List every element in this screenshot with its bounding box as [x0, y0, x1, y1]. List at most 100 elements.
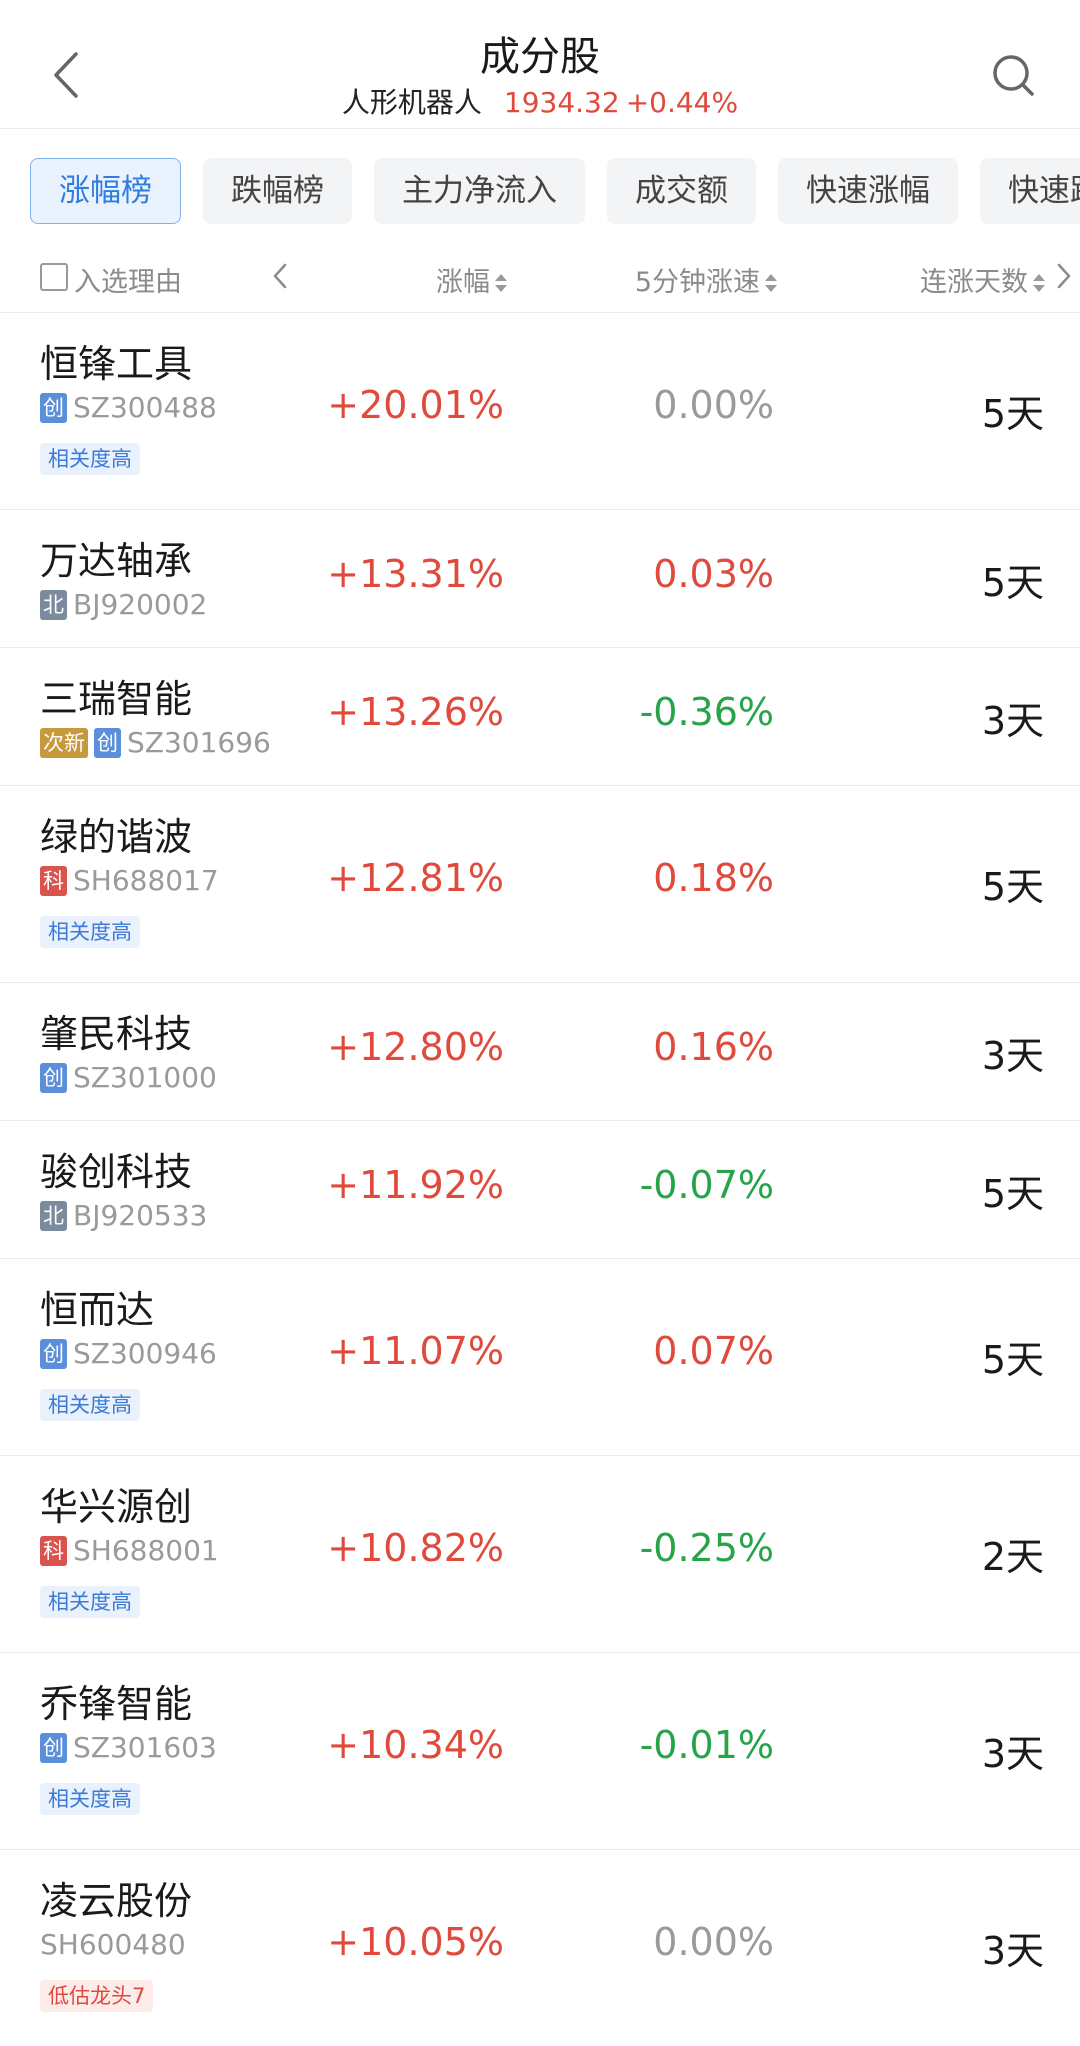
reason-tag: 相关度高 — [40, 1586, 140, 1618]
sort-icon — [765, 274, 777, 292]
column-reason[interactable]: 入选理由 — [74, 260, 182, 299]
stock-meta: 北 BJ920002 — [40, 588, 207, 621]
stock-name: 骏创科技 — [40, 1150, 193, 1194]
five-minute-speed: 0.03% — [653, 552, 774, 596]
market-badge: 创 — [40, 393, 67, 423]
stock-meta: 科 SH688001 — [40, 1534, 219, 1567]
search-icon[interactable] — [990, 52, 1036, 98]
column-change-label: 涨幅 — [436, 267, 490, 298]
consecutive-rise-days: 2天 — [981, 1535, 1044, 1579]
consecutive-rise-days: 3天 — [981, 1929, 1044, 1973]
stock-row[interactable]: 恒而达创 SZ300946 相关度高 +11.07% 0.07% 5天 — [0, 1258, 1080, 1455]
stock-row[interactable]: 华兴源创科 SH688001 相关度高 +10.82% -0.25% 2天 — [0, 1455, 1080, 1652]
top-bar: 成分股 人形机器人 1934.32 +0.44% — [0, 0, 1080, 129]
five-minute-speed: -0.01% — [639, 1723, 774, 1767]
stock-row[interactable]: 乔锋智能创 SZ301603 相关度高 +10.34% -0.01% 3天 — [0, 1652, 1080, 1849]
market-badge: 创 — [40, 1339, 67, 1369]
consecutive-rise-days: 3天 — [981, 1034, 1044, 1078]
consecutive-rise-days: 3天 — [981, 1732, 1044, 1776]
change-percent: +10.34% — [327, 1723, 504, 1767]
stock-meta: 创 SZ301603 — [40, 1731, 217, 1764]
stock-code: SZ301000 — [73, 1061, 217, 1094]
reason-checkbox[interactable] — [40, 263, 68, 291]
change-percent: +13.31% — [327, 552, 504, 596]
tab-main-net-inflow[interactable]: 主力净流入 — [374, 158, 585, 224]
tab-loss-ranking[interactable]: 跌幅榜 — [203, 158, 352, 224]
stock-code: SZ300488 — [73, 391, 217, 424]
stock-name: 肇民科技 — [40, 1012, 193, 1056]
change-percent: +10.82% — [327, 1526, 504, 1570]
tab-fast-rise[interactable]: 快速涨幅 — [778, 158, 958, 224]
consecutive-rise-days: 3天 — [981, 699, 1044, 743]
change-percent: +11.92% — [327, 1163, 504, 1207]
consecutive-rise-days: 5天 — [981, 561, 1044, 605]
column-days-sort[interactable]: 连涨天数 — [920, 260, 1046, 299]
stock-code: SH600480 — [40, 1928, 186, 1961]
stock-row[interactable]: 绿的谐波科 SH688017 相关度高 +12.81% 0.18% 5天 — [0, 785, 1080, 982]
market-badge: 创 — [40, 1733, 67, 1763]
five-minute-speed: 0.07% — [653, 1329, 774, 1373]
stock-row[interactable]: 肇民科技创 SZ301000 +12.80% 0.16% 3天 — [0, 982, 1080, 1120]
market-badge: 科 — [40, 1536, 67, 1566]
reason-tag: 相关度高 — [40, 443, 140, 475]
market-badge: 次新 — [40, 728, 88, 758]
index-name: 人形机器人 — [341, 86, 482, 119]
five-minute-speed: 0.16% — [653, 1025, 774, 1069]
stock-meta: 科 SH688017 — [40, 864, 219, 897]
consecutive-rise-days: 5天 — [981, 392, 1044, 436]
tab-turnover[interactable]: 成交额 — [607, 158, 756, 224]
stock-row[interactable]: 骏创科技北 BJ920533 +11.92% -0.07% 5天 — [0, 1120, 1080, 1258]
page-title: 成分股 — [480, 34, 600, 80]
index-value: 1934.32 — [503, 86, 620, 119]
stock-name: 华兴源创 — [40, 1485, 193, 1529]
index-change: +0.44% — [625, 86, 739, 119]
stock-row[interactable]: 恒锋工具创 SZ300488 相关度高 +20.01% 0.00% 5天 — [0, 312, 1080, 509]
chevron-left-icon[interactable] — [272, 262, 288, 290]
column-days-label: 连涨天数 — [920, 267, 1028, 298]
five-minute-speed: 0.18% — [653, 856, 774, 900]
reason-tag: 相关度高 — [40, 1389, 140, 1421]
consecutive-rise-days: 5天 — [981, 1172, 1044, 1216]
sort-icon — [495, 274, 507, 292]
tab-fast-fall[interactable]: 快速跌幅 — [980, 158, 1080, 224]
column-header: 入选理由 涨幅 5分钟涨速 连涨天数 — [0, 248, 1080, 308]
stock-name: 三瑞智能 — [40, 677, 193, 721]
stock-name: 乔锋智能 — [40, 1682, 193, 1726]
stock-meta: 北 BJ920533 — [40, 1199, 207, 1232]
stock-code: SH688001 — [73, 1534, 219, 1567]
change-percent: +11.07% — [327, 1329, 504, 1373]
five-minute-speed: 0.00% — [653, 383, 774, 427]
stock-row[interactable]: 万达轴承北 BJ920002 +13.31% 0.03% 5天 — [0, 509, 1080, 647]
market-badge: 北 — [40, 590, 67, 620]
stock-list: 恒锋工具创 SZ300488 相关度高 +20.01% 0.00% 5天 万达轴承北 BJ92… — [0, 312, 1080, 2046]
reason-tag: 相关度高 — [40, 1783, 140, 1815]
change-percent: +20.01% — [327, 383, 504, 427]
stock-meta: 次新创 SZ301696 — [40, 726, 271, 759]
change-percent: +10.05% — [327, 1920, 504, 1964]
stock-meta: 创 SZ300488 — [40, 391, 217, 424]
column-speed-sort[interactable]: 5分钟涨速 — [635, 260, 778, 299]
stock-name: 万达轴承 — [40, 539, 193, 583]
reason-tag: 相关度高 — [40, 916, 140, 948]
five-minute-speed: 0.00% — [653, 1920, 774, 1964]
stock-row[interactable]: 凌云股份 SH600480 低估龙头7 +10.05% 0.00% 3天 — [0, 1849, 1080, 2046]
five-minute-speed: -0.07% — [639, 1163, 774, 1207]
stock-meta: 创 SZ300946 — [40, 1337, 217, 1370]
column-change-sort[interactable]: 涨幅 — [436, 260, 508, 299]
stock-name: 恒而达 — [40, 1288, 155, 1332]
change-percent: +12.80% — [327, 1025, 504, 1069]
reason-tag: 低估龙头7 — [40, 1980, 154, 2012]
change-percent: +13.26% — [327, 690, 504, 734]
index-summary: 人形机器人 1934.32 +0.44% — [0, 86, 1080, 120]
tab-gain-ranking[interactable]: 涨幅榜 — [30, 158, 181, 224]
change-percent: +12.81% — [327, 856, 504, 900]
stock-code: SZ300946 — [73, 1337, 217, 1370]
consecutive-rise-days: 5天 — [981, 1338, 1044, 1382]
stock-code: SH688017 — [73, 864, 219, 897]
market-badge: 创 — [94, 728, 121, 758]
five-minute-speed: -0.36% — [639, 690, 774, 734]
chevron-right-icon[interactable] — [1056, 262, 1072, 290]
stock-meta: 创 SZ301000 — [40, 1061, 217, 1094]
stock-row[interactable]: 三瑞智能次新创 SZ301696 +13.26% -0.36% 3天 — [0, 647, 1080, 785]
sort-icon — [1033, 274, 1045, 292]
